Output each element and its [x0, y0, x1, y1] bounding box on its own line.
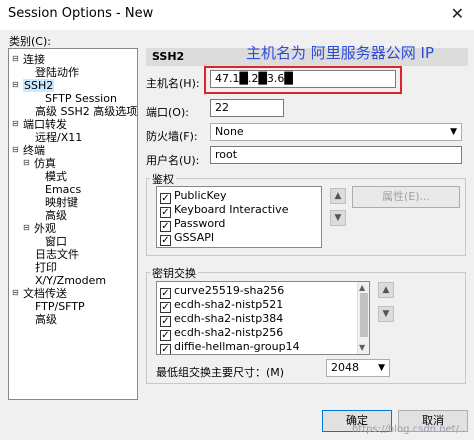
tree-expander-icon[interactable]: ⊟	[23, 223, 30, 232]
kex-move-up-button[interactable]: ▲	[378, 282, 394, 298]
scroll-up-icon[interactable]: ▲	[359, 283, 365, 292]
min-key-label: 最低组交换主要尺寸：(M)	[156, 366, 285, 379]
port-label: 端口(O):	[146, 106, 189, 119]
list-item-label: ecdh-sha2-nistp521	[174, 298, 284, 311]
username-label: 用户名(U):	[146, 154, 200, 167]
auth-list[interactable]: ✓ PublicKey ✓ Keyboard Interactive ✓ Password…	[156, 186, 322, 248]
min-key-select[interactable]: 2048 ▼	[326, 359, 390, 377]
section-title: SSH2	[152, 50, 185, 63]
tree-expander-icon[interactable]: ⊟	[12, 288, 19, 297]
tree-item[interactable]: Emacs	[45, 183, 81, 196]
tree-item[interactable]: 文档传送	[23, 287, 67, 300]
triangle-down-icon: ▼	[382, 309, 390, 319]
firewall-select[interactable]: None ▼	[210, 123, 462, 141]
triangle-down-icon: ▼	[334, 213, 342, 223]
watermark-text: https://blog.csdn.net/...	[352, 424, 469, 435]
tree-item[interactable]: 高级	[45, 209, 67, 222]
category-tree[interactable]: ⊟ 连接 登陆动作 ⊟ SSH2 SFTP Session 高级 SSH2 高级选项 ⊟ 端口转…	[8, 48, 138, 400]
tree-item[interactable]: 模式	[45, 170, 67, 183]
category-label: 类别(C):	[9, 35, 51, 48]
hostname-label: 主机名(H):	[146, 77, 200, 90]
tree-item[interactable]: X/Y/Zmodem	[35, 274, 106, 287]
list-item-label: diffie-hellman-group14	[174, 340, 300, 353]
title-bar: Session Options - New ✕	[0, 0, 474, 30]
tree-item[interactable]: 映射键	[45, 196, 78, 209]
scrollbar-thumb[interactable]	[360, 293, 368, 337]
list-item-label: curve25519-sha256	[174, 284, 285, 297]
list-item[interactable]: ✓ Password	[160, 217, 226, 232]
auth-group-title: 鉴权	[150, 171, 176, 187]
list-item[interactable]: ✓ ecdh-sha2-nistp384	[160, 312, 284, 327]
tree-item[interactable]: SSH2	[23, 79, 55, 92]
tree-expander-icon[interactable]: ⊟	[12, 119, 19, 128]
tree-item[interactable]: 高级	[35, 313, 57, 326]
checkbox[interactable]: ✓	[160, 235, 171, 246]
kex-group-title: 密钥交换	[150, 265, 198, 281]
port-field[interactable]: 22	[210, 99, 284, 117]
annotation-text: 主机名为 阿里服务器公网 IP	[246, 44, 435, 62]
tree-expander-icon[interactable]: ⊟	[12, 145, 19, 154]
list-item[interactable]: ✓ PublicKey	[160, 189, 227, 204]
list-item-label: Password	[174, 217, 226, 230]
list-item-label: ecdh-sha2-nistp256	[174, 326, 284, 339]
list-item[interactable]: ✓ GSSAPI	[160, 231, 215, 246]
list-item[interactable]: ✓ diffie-hellman-group14	[160, 340, 300, 354]
tree-item[interactable]: 外观	[34, 222, 56, 235]
tree-item[interactable]: 仿真	[34, 157, 56, 170]
auth-move-down-button[interactable]: ▼	[330, 210, 346, 226]
window-title: Session Options - New	[8, 6, 154, 21]
close-icon[interactable]: ✕	[451, 4, 464, 23]
tree-item[interactable]: 登陆动作	[35, 66, 79, 79]
triangle-up-icon: ▲	[382, 285, 390, 295]
tree-item[interactable]: 日志文件	[35, 248, 79, 261]
annotation-highlight-box	[204, 66, 402, 94]
tree-expander-icon[interactable]: ⊟	[12, 80, 19, 89]
tree-item[interactable]: 高级 SSH2 高级选项	[35, 105, 137, 118]
tree-item[interactable]: 端口转发	[23, 118, 67, 131]
tree-item[interactable]: 连接	[23, 53, 45, 66]
list-item[interactable]: ✓ ecdh-sha2-nistp521	[160, 298, 284, 313]
triangle-up-icon: ▲	[334, 191, 342, 201]
tree-item[interactable]: FTP/SFTP	[35, 300, 85, 313]
kex-move-down-button[interactable]: ▼	[378, 306, 394, 322]
list-item[interactable]: ✓ ecdh-sha2-nistp256	[160, 326, 284, 341]
username-field[interactable]: root	[210, 146, 462, 164]
list-item-label: PublicKey	[174, 189, 227, 202]
list-item[interactable]: ✓ curve25519-sha256	[160, 284, 285, 299]
checkbox[interactable]: ✓	[160, 344, 171, 354]
firewall-label: 防火墙(F):	[146, 130, 198, 143]
tree-expander-icon[interactable]: ⊟	[23, 158, 30, 167]
tree-item[interactable]: 打印	[35, 261, 57, 274]
list-item-label: GSSAPI	[174, 231, 215, 244]
scroll-down-icon[interactable]: ▼	[359, 343, 365, 352]
properties-button[interactable]: 属性(E)...	[352, 186, 460, 208]
list-item-label: ecdh-sha2-nistp384	[174, 312, 284, 325]
kex-scrollbar[interactable]: ▲ ▼	[357, 282, 369, 354]
firewall-value: None	[215, 125, 244, 138]
auth-move-up-button[interactable]: ▲	[330, 188, 346, 204]
kex-list[interactable]: ▲ ▼ ✓ curve25519-sha256 ✓ ecdh-sha2-nistp52…	[156, 281, 370, 355]
list-item[interactable]: ✓ Keyboard Interactive	[160, 203, 289, 218]
chevron-down-icon: ▼	[450, 127, 457, 137]
chevron-down-icon: ▼	[378, 363, 385, 373]
tree-item[interactable]: SFTP Session	[45, 92, 117, 105]
tree-item[interactable]: 窗口	[45, 235, 67, 248]
list-item-label: Keyboard Interactive	[174, 203, 289, 216]
tree-item[interactable]: 远程/X11	[35, 131, 82, 144]
tree-item[interactable]: 终端	[23, 144, 45, 157]
min-key-value: 2048	[331, 361, 359, 374]
tree-expander-icon[interactable]: ⊟	[12, 54, 19, 63]
